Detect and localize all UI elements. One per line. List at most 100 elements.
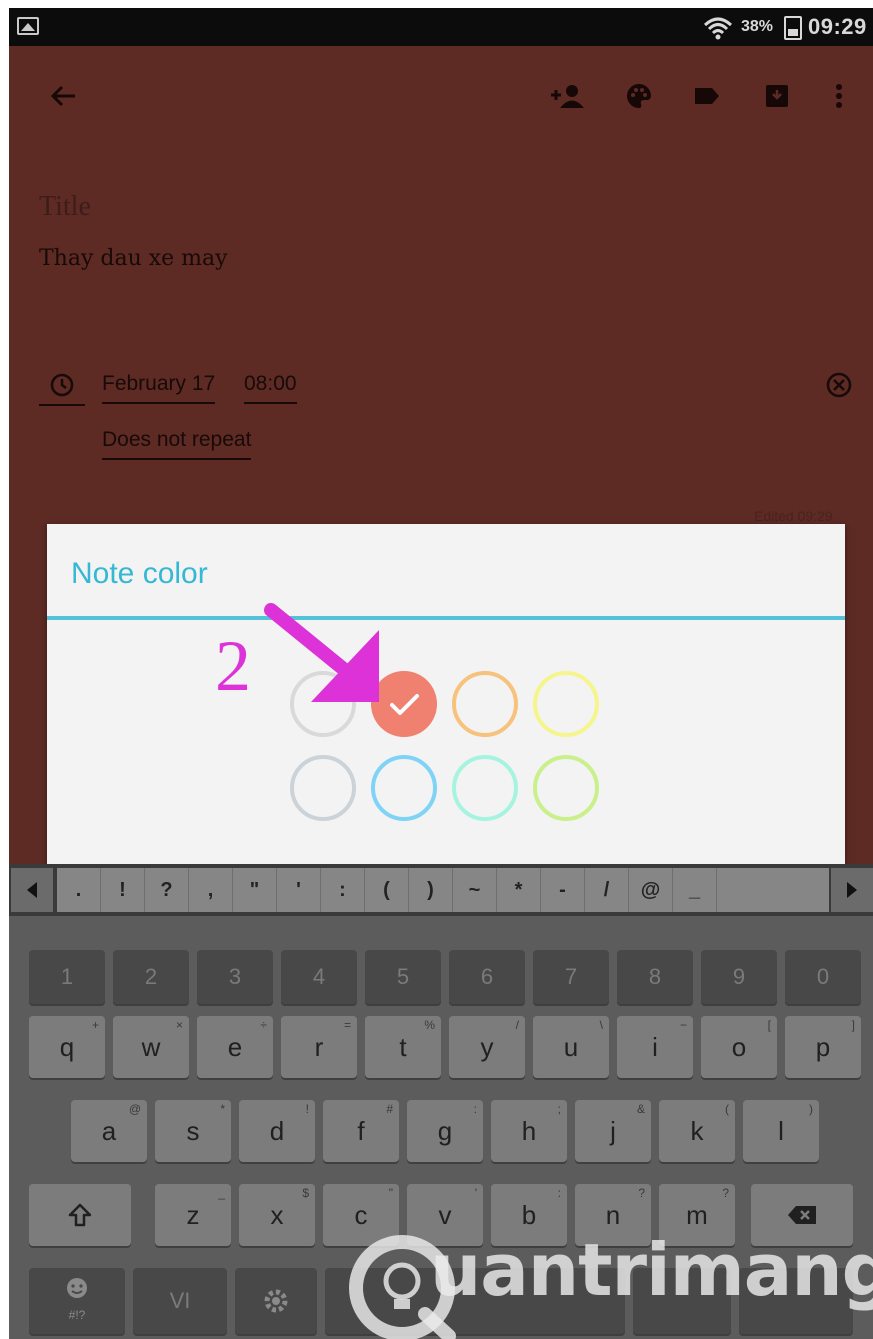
symbol-suggestion-row: .!?, " ':() ~ * - / @ _ <box>9 864 873 916</box>
letter-key-d[interactable]: d! <box>239 1100 315 1162</box>
key-label: u <box>563 1031 579 1062</box>
reminder-repeat[interactable]: Does not repeat <box>102 428 252 460</box>
phone-screen: 38% 09:29 Title Thay dau xe may February… <box>9 8 873 1339</box>
symbol-key[interactable]: - <box>541 868 585 912</box>
key-label: r <box>314 1031 324 1062</box>
letter-key-k[interactable]: k( <box>659 1100 735 1162</box>
key-hint: = <box>343 1018 351 1032</box>
symbol-key[interactable]: , <box>189 868 233 912</box>
key-hint: * <box>220 1102 225 1116</box>
letter-key-p[interactable]: p] <box>785 1016 861 1078</box>
letter-key-a[interactable]: a @ <box>71 1100 147 1162</box>
symbol-key[interactable]: ' <box>277 868 321 912</box>
key-label: y <box>480 1031 494 1062</box>
letter-key-t[interactable]: t% <box>365 1016 441 1078</box>
letter-key-s[interactable]: s * <box>155 1100 231 1162</box>
note-body-text[interactable]: Thay dau xe may <box>39 246 228 271</box>
letter-key-g[interactable]: g: <box>407 1100 483 1162</box>
letter-key-o[interactable]: o[ <box>701 1016 777 1078</box>
symbol-key[interactable]: ! <box>101 868 145 912</box>
letter-key-c[interactable]: c " <box>323 1184 399 1246</box>
letter-key-w[interactable]: w × <box>113 1016 189 1078</box>
number-key-2[interactable]: 2 <box>113 950 189 1004</box>
letter-key-j[interactable]: j & <box>575 1100 651 1162</box>
symbol-key[interactable]: * <box>497 868 541 912</box>
symbol-key[interactable]: ( <box>365 868 409 912</box>
key-label: h <box>521 1115 537 1146</box>
letter-key-x[interactable]: x $ <box>239 1184 315 1246</box>
symbol-key[interactable]: : <box>321 868 365 912</box>
key-hint: ÷ <box>260 1018 267 1032</box>
number-key-5[interactable]: 5 <box>365 950 441 1004</box>
color-swatch-yellow[interactable] <box>533 671 599 737</box>
label-icon[interactable] <box>689 78 725 114</box>
emoji-symbols-key[interactable]: #!? <box>29 1268 125 1334</box>
shift-icon <box>68 1203 92 1227</box>
number-key-8[interactable]: 8 <box>617 950 693 1004</box>
symbol-key[interactable]: @ <box>629 868 673 912</box>
color-swatch-orange[interactable] <box>452 671 518 737</box>
letter-key-i[interactable]: i − <box>617 1016 693 1078</box>
palette-icon[interactable] <box>621 78 657 114</box>
key-hint: " <box>388 1186 393 1200</box>
color-swatch-blue[interactable] <box>371 755 437 821</box>
letter-key-f[interactable]: f # <box>323 1100 399 1162</box>
more-vert-icon[interactable] <box>821 78 857 114</box>
reminder-clock-button[interactable] <box>39 370 85 406</box>
note-color-dialog: Note color 2 <box>47 524 845 864</box>
key-label: m <box>686 1199 708 1230</box>
language-key[interactable]: VI <box>133 1268 227 1334</box>
scroll-left-icon[interactable] <box>11 868 53 912</box>
key-label: l <box>778 1115 784 1146</box>
letter-key-y[interactable]: y / <box>449 1016 525 1078</box>
number-key-3[interactable]: 3 <box>197 950 273 1004</box>
key-label: z <box>186 1199 200 1230</box>
reminder-date[interactable]: February 17 <box>102 372 216 404</box>
archive-icon[interactable] <box>759 78 795 114</box>
settings-key[interactable] <box>235 1268 317 1334</box>
letter-key-r[interactable]: r = <box>281 1016 357 1078</box>
color-swatch-green[interactable] <box>533 755 599 821</box>
symbol-key[interactable]: ? <box>145 868 189 912</box>
number-key-4[interactable]: 4 <box>281 950 357 1004</box>
key-hint: & <box>636 1102 645 1116</box>
number-key-7[interactable]: 7 <box>533 950 609 1004</box>
note-title-input[interactable]: Title <box>39 191 91 223</box>
letter-key-q[interactable]: q + <box>29 1016 105 1078</box>
key-label: 4 <box>312 964 326 989</box>
add-collaborator-icon[interactable] <box>549 78 585 114</box>
clear-reminder-icon[interactable] <box>824 370 854 400</box>
key-label: VI <box>169 1288 191 1313</box>
number-key-6[interactable]: 6 <box>449 950 525 1004</box>
symbol-key[interactable]: ) <box>409 868 453 912</box>
color-swatch-gray[interactable] <box>290 755 356 821</box>
key-label: g <box>437 1115 453 1146</box>
key-label: 7 <box>564 964 578 989</box>
letter-key-l[interactable]: l) <box>743 1100 819 1162</box>
letter-key-z[interactable]: z _ <box>155 1184 231 1246</box>
key-label: 2 <box>144 964 158 989</box>
battery-icon <box>784 16 802 40</box>
number-key-9[interactable]: 9 <box>701 950 777 1004</box>
key-label: 9 <box>732 964 746 989</box>
key-hint: ? <box>638 1186 645 1200</box>
letter-key-h[interactable]: h; <box>491 1100 567 1162</box>
symbol-key[interactable]: " <box>233 868 277 912</box>
back-arrow-icon[interactable] <box>45 78 81 114</box>
symbol-key[interactable]: _ <box>673 868 717 912</box>
symbol-key[interactable]: / <box>585 868 629 912</box>
key-label: d <box>269 1115 285 1146</box>
number-key-1[interactable]: 1 <box>29 950 105 1004</box>
key-hint: ( <box>725 1102 729 1116</box>
scroll-right-icon[interactable] <box>831 868 873 912</box>
letter-key-e[interactable]: e ÷ <box>197 1016 273 1078</box>
reminder-time[interactable]: 08:00 <box>244 372 297 404</box>
key-hint: ? <box>722 1186 729 1200</box>
number-key-0[interactable]: 0 <box>785 950 861 1004</box>
color-swatch-teal[interactable] <box>452 755 518 821</box>
letter-key-u[interactable]: u \ <box>533 1016 609 1078</box>
symbol-key[interactable]: ~ <box>453 868 497 912</box>
key-label: c <box>354 1199 368 1230</box>
symbol-key[interactable]: . <box>57 868 101 912</box>
shift-key[interactable] <box>29 1184 131 1246</box>
